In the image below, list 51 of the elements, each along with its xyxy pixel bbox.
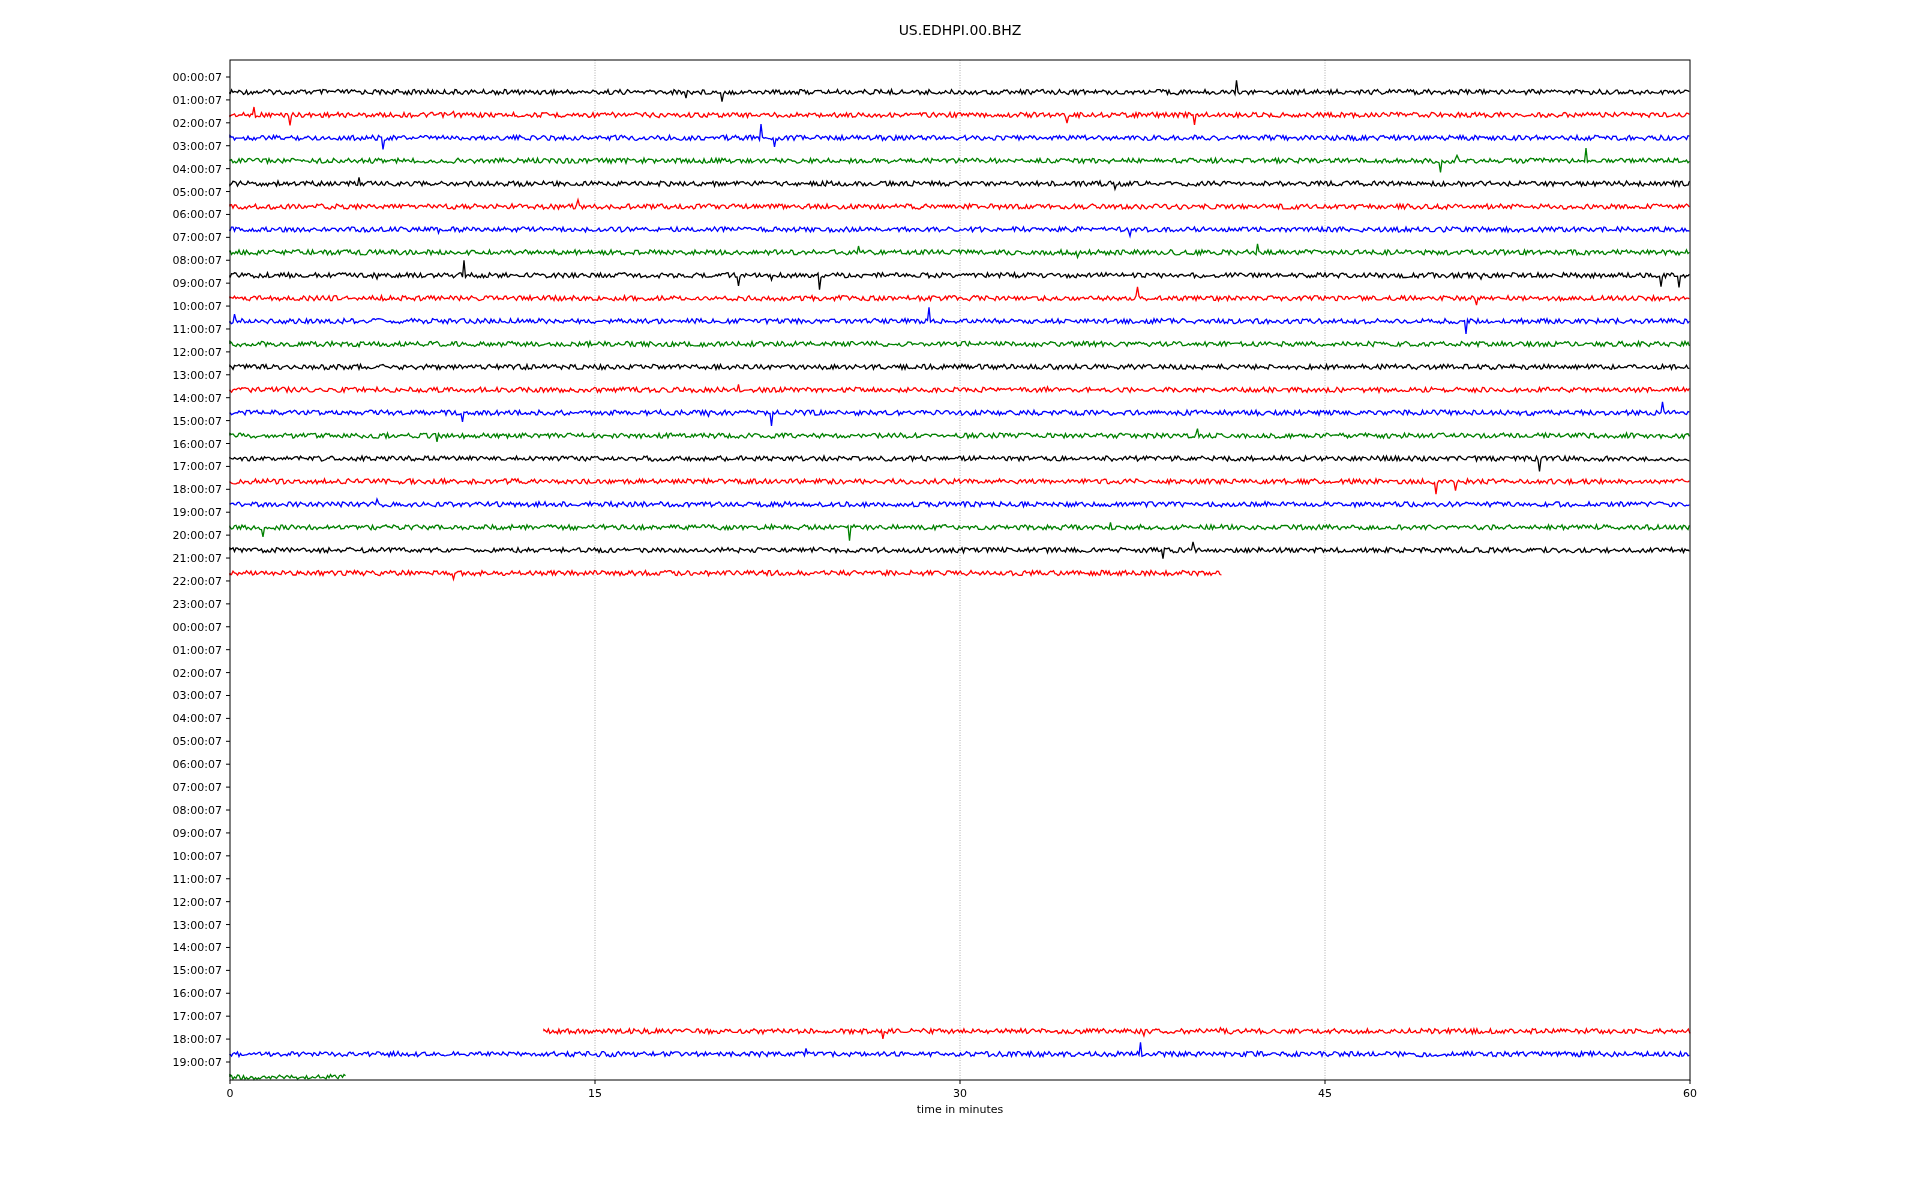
y-tick-label: 11:00:07	[172, 872, 222, 886]
y-tick-label: 14:00:07	[172, 391, 222, 405]
y-tick-label: 14:00:07	[172, 941, 222, 955]
y-tick-label: 17:00:07	[172, 460, 222, 474]
x-axis-label: time in minutes	[916, 1103, 1004, 1116]
y-tick-label: 13:00:07	[172, 918, 222, 932]
y-tick-label: 01:00:07	[172, 643, 222, 657]
y-tick-label: 10:00:07	[172, 849, 222, 863]
y-tick-label: 23:00:07	[172, 597, 222, 611]
x-tick-label: 60	[1683, 1087, 1697, 1100]
y-tick-label: 12:00:07	[172, 345, 222, 359]
y-tick-label: 02:00:07	[172, 116, 222, 130]
y-tick-label: 16:00:07	[172, 437, 222, 451]
y-tick-label: 19:00:07	[172, 1056, 222, 1069]
y-tick-label: 00:00:07	[172, 71, 222, 84]
y-tick-label: 16:00:07	[172, 987, 222, 1001]
y-tick-label: 13:00:07	[172, 368, 222, 382]
y-tick-label: 10:00:07	[172, 300, 222, 314]
y-tick-label: 07:00:07	[172, 231, 222, 245]
y-tick-label: 19:00:07	[172, 506, 222, 520]
x-tick-label: 0	[226, 1087, 234, 1100]
y-tick-label: 06:00:07	[172, 208, 222, 222]
y-tick-label: 09:00:07	[172, 826, 222, 840]
y-tick-label: 04:00:07	[172, 712, 222, 726]
y-tick-label: 15:00:07	[172, 414, 222, 428]
y-tick-label: 18:00:07	[172, 1033, 222, 1047]
x-tick-label: 30	[953, 1087, 967, 1100]
y-tick-label: 07:00:07	[172, 781, 222, 795]
y-tick-label: 15:00:07	[172, 964, 222, 978]
y-tick-label: 20:00:07	[172, 529, 222, 543]
y-tick-label: 22:00:07	[172, 574, 222, 588]
y-tick-label: 00:00:07	[172, 620, 222, 634]
x-tick-label: 45	[1318, 1087, 1332, 1100]
y-tick-label: 03:00:07	[172, 689, 222, 703]
y-tick-label: 05:00:07	[172, 185, 222, 199]
y-tick-label: 01:00:07	[172, 93, 222, 107]
y-tick-label: 06:00:07	[172, 758, 222, 772]
y-tick-label: 21:00:07	[172, 552, 222, 566]
y-tick-label: 08:00:07	[172, 804, 222, 817]
y-tick-label: 17:00:07	[172, 1010, 222, 1024]
y-tick-label: 08:00:07	[172, 254, 222, 268]
y-tick-label: 02:00:07	[172, 666, 222, 680]
plot-title: US.EDHPI.00.BHZ	[898, 22, 1022, 38]
y-tick-label: 04:00:07	[172, 162, 222, 176]
y-tick-label: 12:00:07	[172, 895, 222, 909]
y-tick-label: 09:00:07	[172, 277, 222, 291]
y-tick-label: 11:00:07	[172, 323, 222, 336]
x-tick-label: 15	[588, 1087, 602, 1100]
y-tick-label: 03:00:07	[172, 139, 222, 153]
y-tick-label: 18:00:07	[172, 483, 222, 497]
y-tick-label: 05:00:07	[172, 735, 222, 749]
